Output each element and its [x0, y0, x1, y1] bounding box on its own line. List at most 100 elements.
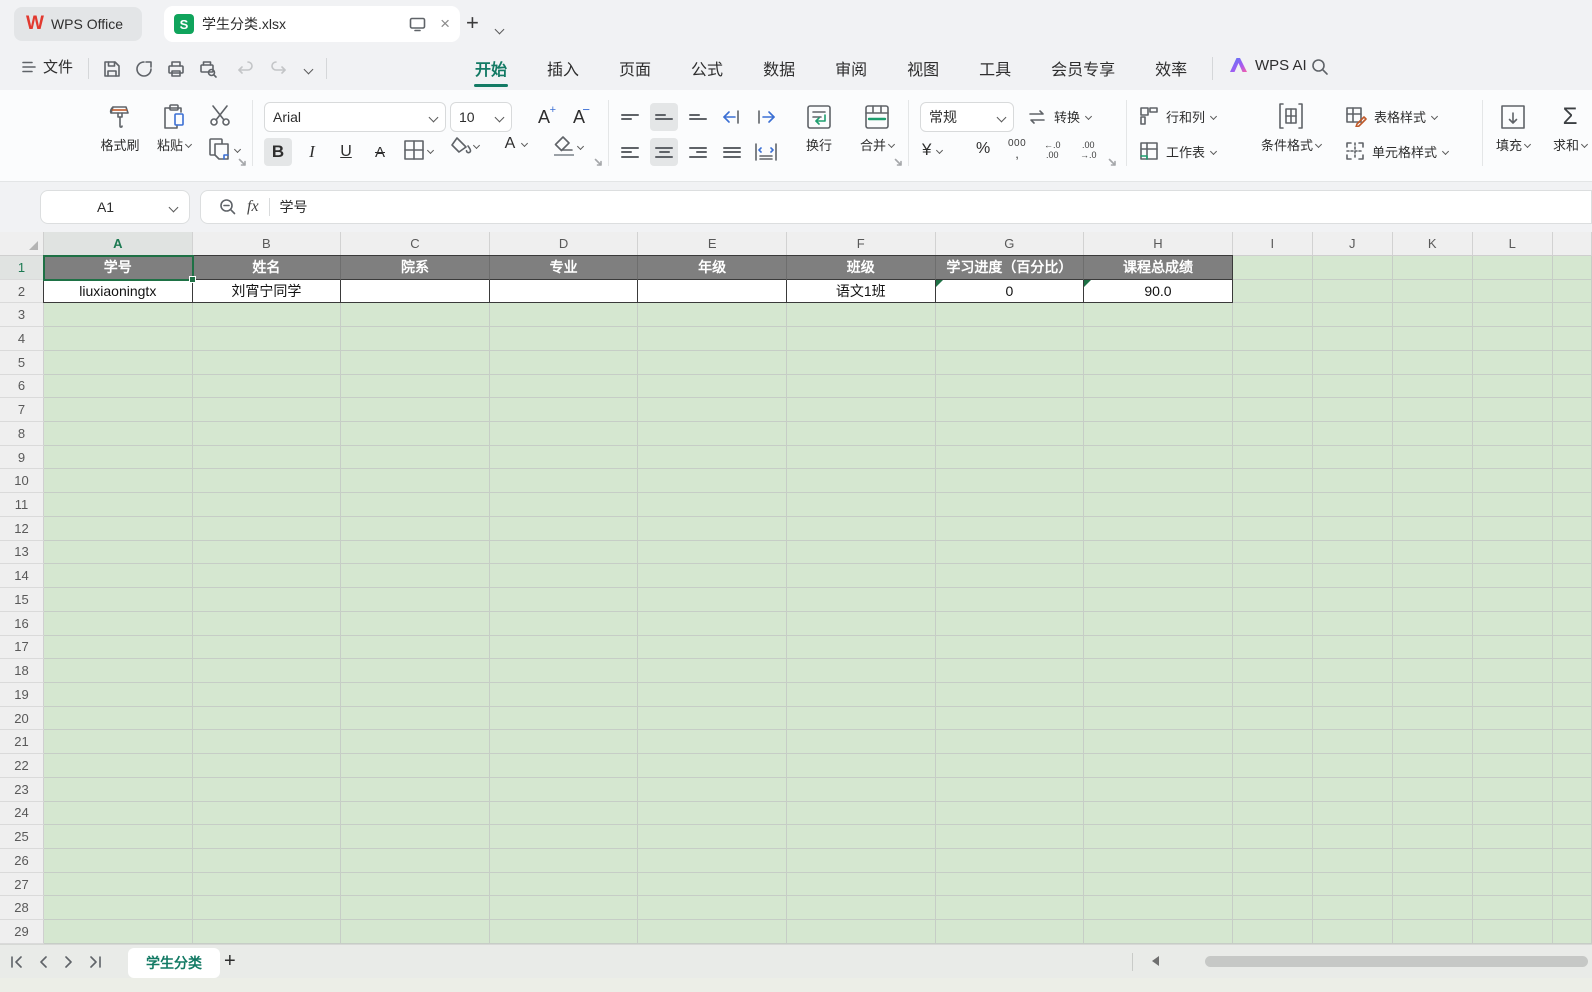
cell-B29[interactable]	[192, 920, 342, 944]
horizontal-scrollbar-thumb[interactable]	[1205, 956, 1588, 967]
cell-H20[interactable]	[1084, 706, 1233, 731]
cell-M22[interactable]	[1552, 754, 1592, 778]
cell-L4[interactable]	[1472, 327, 1553, 351]
increase-indent-button[interactable]	[752, 103, 780, 131]
formula-input[interactable]: fx 学号	[200, 190, 1592, 224]
cell-F17[interactable]	[786, 635, 936, 660]
row-header-25[interactable]: 25	[0, 825, 44, 849]
cell-G6[interactable]	[935, 374, 1085, 399]
cell-A19[interactable]	[44, 682, 193, 707]
justify-button[interactable]	[718, 138, 746, 166]
menu-tab-1[interactable]: 插入	[534, 49, 592, 89]
cell-D26[interactable]	[489, 848, 639, 873]
cell-L3[interactable]	[1472, 303, 1553, 328]
cell-F1[interactable]: 班级	[786, 256, 936, 280]
cell-J20[interactable]	[1312, 706, 1393, 731]
cell-I5[interactable]	[1232, 350, 1313, 375]
column-header-H[interactable]: H	[1084, 232, 1233, 256]
cell-A7[interactable]	[44, 398, 193, 423]
cell-J1[interactable]	[1312, 256, 1393, 280]
cell-D21[interactable]	[489, 730, 639, 755]
cell-E20[interactable]	[638, 706, 787, 731]
cell-F19[interactable]	[786, 682, 936, 707]
row-header-8[interactable]: 8	[0, 422, 44, 446]
cell-G18[interactable]	[935, 659, 1085, 683]
cell-A25[interactable]	[44, 825, 193, 849]
cell-D1[interactable]: 专业	[489, 256, 639, 280]
previous-sheet-icon[interactable]	[34, 953, 52, 971]
cell-E29[interactable]	[638, 920, 787, 944]
cell-I18[interactable]	[1232, 659, 1313, 683]
cell-K21[interactable]	[1392, 730, 1473, 755]
cell-M29[interactable]	[1552, 920, 1592, 944]
cell-J26[interactable]	[1312, 848, 1393, 873]
cell-D9[interactable]	[489, 445, 639, 470]
cell-M14[interactable]	[1552, 564, 1592, 589]
cell-C3[interactable]	[341, 303, 490, 328]
cell-I29[interactable]	[1232, 920, 1313, 944]
cell-D13[interactable]	[489, 540, 639, 565]
cell-K19[interactable]	[1392, 682, 1473, 707]
cell-B11[interactable]	[192, 493, 342, 517]
cell-H14[interactable]	[1084, 564, 1233, 589]
name-box[interactable]: A1	[40, 190, 190, 224]
cell-F11[interactable]	[786, 493, 936, 517]
cell-M10[interactable]	[1552, 469, 1592, 494]
cell-I6[interactable]	[1232, 374, 1313, 399]
row-header-11[interactable]: 11	[0, 493, 44, 517]
cell-E13[interactable]	[638, 540, 787, 565]
cell-C25[interactable]	[341, 825, 490, 849]
cell-D3[interactable]	[489, 303, 639, 328]
cell-L16[interactable]	[1472, 611, 1553, 636]
cell-M20[interactable]	[1552, 706, 1592, 731]
tab-list-chevron-icon[interactable]	[494, 20, 505, 38]
cell-C8[interactable]	[341, 422, 490, 446]
strikethrough-button[interactable]: A	[366, 138, 394, 166]
cell-J10[interactable]	[1312, 469, 1393, 494]
cell-I25[interactable]	[1232, 825, 1313, 849]
cell-L18[interactable]	[1472, 659, 1553, 683]
column-header-E[interactable]: E	[638, 232, 787, 256]
cell-J21[interactable]	[1312, 730, 1393, 755]
cell-B13[interactable]	[192, 540, 342, 565]
cell-F23[interactable]	[786, 777, 936, 802]
row-header-15[interactable]: 15	[0, 588, 44, 612]
cell-F3[interactable]	[786, 303, 936, 328]
cell-C7[interactable]	[341, 398, 490, 423]
cell-G25[interactable]	[935, 825, 1085, 849]
cell-B21[interactable]	[192, 730, 342, 755]
column-header-F[interactable]: F	[786, 232, 936, 256]
comma-format-button[interactable]: 000,	[1008, 138, 1026, 161]
cell-C10[interactable]	[341, 469, 490, 494]
cell-H9[interactable]	[1084, 445, 1233, 470]
cell-F6[interactable]	[786, 374, 936, 399]
wps-ai-button[interactable]: WPS AI	[1228, 56, 1307, 74]
cell-G27[interactable]	[935, 872, 1085, 897]
column-header-C[interactable]: C	[341, 232, 490, 256]
cell-H12[interactable]	[1084, 516, 1233, 541]
print-icon[interactable]	[164, 57, 188, 81]
cell-B14[interactable]	[192, 564, 342, 589]
cell-F16[interactable]	[786, 611, 936, 636]
cell-D20[interactable]	[489, 706, 639, 731]
cell-C20[interactable]	[341, 706, 490, 731]
cell-A17[interactable]	[44, 635, 193, 660]
cell-G14[interactable]	[935, 564, 1085, 589]
cell-H28[interactable]	[1084, 896, 1233, 921]
cell-H18[interactable]	[1084, 659, 1233, 683]
cell-J27[interactable]	[1312, 872, 1393, 897]
cell-B22[interactable]	[192, 754, 342, 778]
row-header-13[interactable]: 13	[0, 540, 44, 565]
column-header-B[interactable]: B	[192, 232, 342, 256]
cell-G2[interactable]: 0	[935, 279, 1085, 304]
row-header-29[interactable]: 29	[0, 920, 44, 944]
cell-E15[interactable]	[638, 588, 787, 612]
cell-J13[interactable]	[1312, 540, 1393, 565]
clipboard-group-expander[interactable]	[238, 158, 247, 167]
cell-C22[interactable]	[341, 754, 490, 778]
cell-J6[interactable]	[1312, 374, 1393, 399]
cell-A4[interactable]	[44, 327, 193, 351]
cell-K13[interactable]	[1392, 540, 1473, 565]
cell-H5[interactable]	[1084, 350, 1233, 375]
cell-F12[interactable]	[786, 516, 936, 541]
